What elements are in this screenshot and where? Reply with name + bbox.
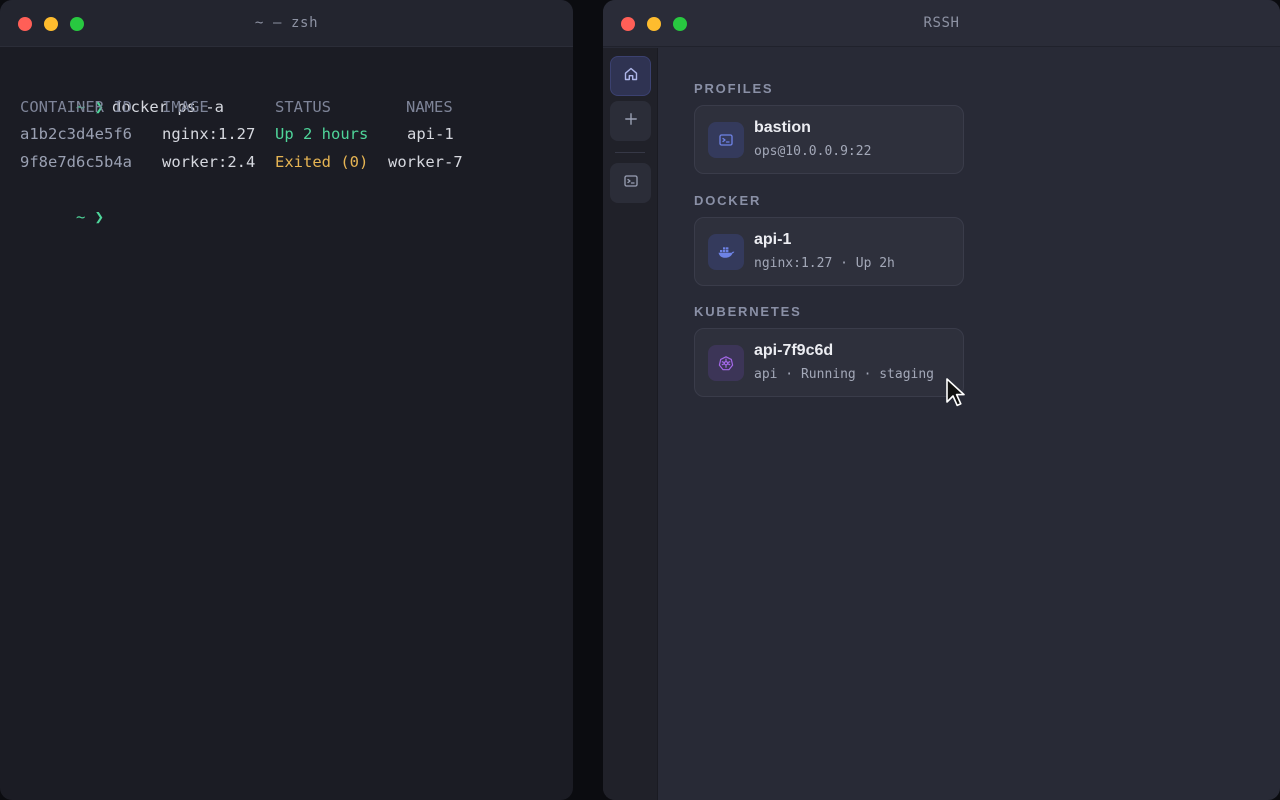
container-id: a1b2c3d4e5f6: [20, 125, 132, 144]
maximize-button[interactable]: [673, 17, 687, 31]
docker-card[interactable]: api-1 nginx:1.27 · Up 2h: [694, 217, 964, 286]
header-status: STATUS: [275, 97, 331, 116]
close-button[interactable]: [621, 17, 635, 31]
home-button[interactable]: [610, 56, 651, 96]
sidebar: [603, 48, 658, 800]
input-line[interactable]: ~ ❯: [20, 177, 563, 226]
card-subtitle: ops@10.0.0.9:22: [754, 144, 872, 159]
profile-card[interactable]: bastion ops@10.0.0.9:22: [694, 105, 964, 174]
card-subtitle: api · Running · staging: [754, 367, 935, 382]
container-name: worker-7: [388, 153, 463, 172]
kubernetes-card[interactable]: api-7f9c6d api · Running · staging: [694, 328, 964, 397]
rssh-titlebar[interactable]: RSSH: [603, 0, 1280, 47]
terminal-titlebar[interactable]: ~ — zsh: [0, 0, 573, 47]
window-controls: [621, 17, 687, 31]
home-icon: [623, 66, 639, 87]
header-image: IMAGE: [162, 97, 209, 116]
header-names: NAMES: [406, 97, 453, 116]
app-title: RSSH: [923, 15, 960, 31]
docker-icon: [708, 234, 744, 270]
rssh-window[interactable]: RSSH PROFILES bastion ops@10.0.0.9:22 DO…: [603, 0, 1280, 800]
container-status: Up 2 hours: [275, 125, 369, 144]
kubernetes-icon: [708, 345, 744, 381]
mouse-cursor-icon: [945, 377, 967, 414]
terminal-output[interactable]: ~ ❯ docker ps -a CONTAINER ID IMAGE STATU…: [20, 66, 563, 227]
add-connection-button[interactable]: [610, 101, 651, 141]
table-header-row: CONTAINER ID IMAGE STATUS NAMES: [20, 94, 563, 122]
container-image: worker:2.4: [162, 153, 256, 172]
container-status: Exited (0): [275, 153, 369, 172]
container-id: 9f8e7d6c5b4a: [20, 153, 132, 172]
window-controls: [18, 17, 84, 31]
table-row: 9f8e7d6c5b4a worker:2.4 Exited (0) worke…: [20, 149, 563, 177]
card-title: api-1: [754, 231, 792, 248]
terminal-icon: [708, 122, 744, 158]
section-profiles: PROFILES: [694, 81, 774, 96]
section-kubernetes: KUBERNETES: [694, 304, 802, 319]
card-title: api-7f9c6d: [754, 342, 834, 359]
minimize-button[interactable]: [44, 17, 58, 31]
container-name: api-1: [407, 125, 454, 144]
terminal-button[interactable]: [610, 163, 651, 203]
plus-icon: [623, 111, 639, 132]
sidebar-divider: [615, 152, 645, 153]
section-docker: DOCKER: [694, 193, 762, 208]
prompt: ~ ❯: [76, 208, 104, 227]
terminal-window[interactable]: ~ — zsh ~ ❯ docker ps -a CONTAINER ID IMA…: [0, 0, 573, 800]
command-line: ~ ❯ docker ps -a: [20, 66, 563, 116]
terminal-icon: [623, 173, 639, 194]
table-row: a1b2c3d4e5f6 nginx:1.27 Up 2 hours api-1: [20, 121, 563, 149]
header-container-id: CONTAINER ID: [20, 97, 132, 116]
terminal-title: ~ — zsh: [254, 15, 319, 31]
minimize-button[interactable]: [647, 17, 661, 31]
container-image: nginx:1.27: [162, 125, 256, 144]
card-title: bastion: [754, 119, 811, 136]
card-subtitle: nginx:1.27 · Up 2h: [754, 256, 895, 271]
close-button[interactable]: [18, 17, 32, 31]
connections-panel: PROFILES bastion ops@10.0.0.9:22 DOCKER …: [694, 48, 1280, 800]
maximize-button[interactable]: [70, 17, 84, 31]
